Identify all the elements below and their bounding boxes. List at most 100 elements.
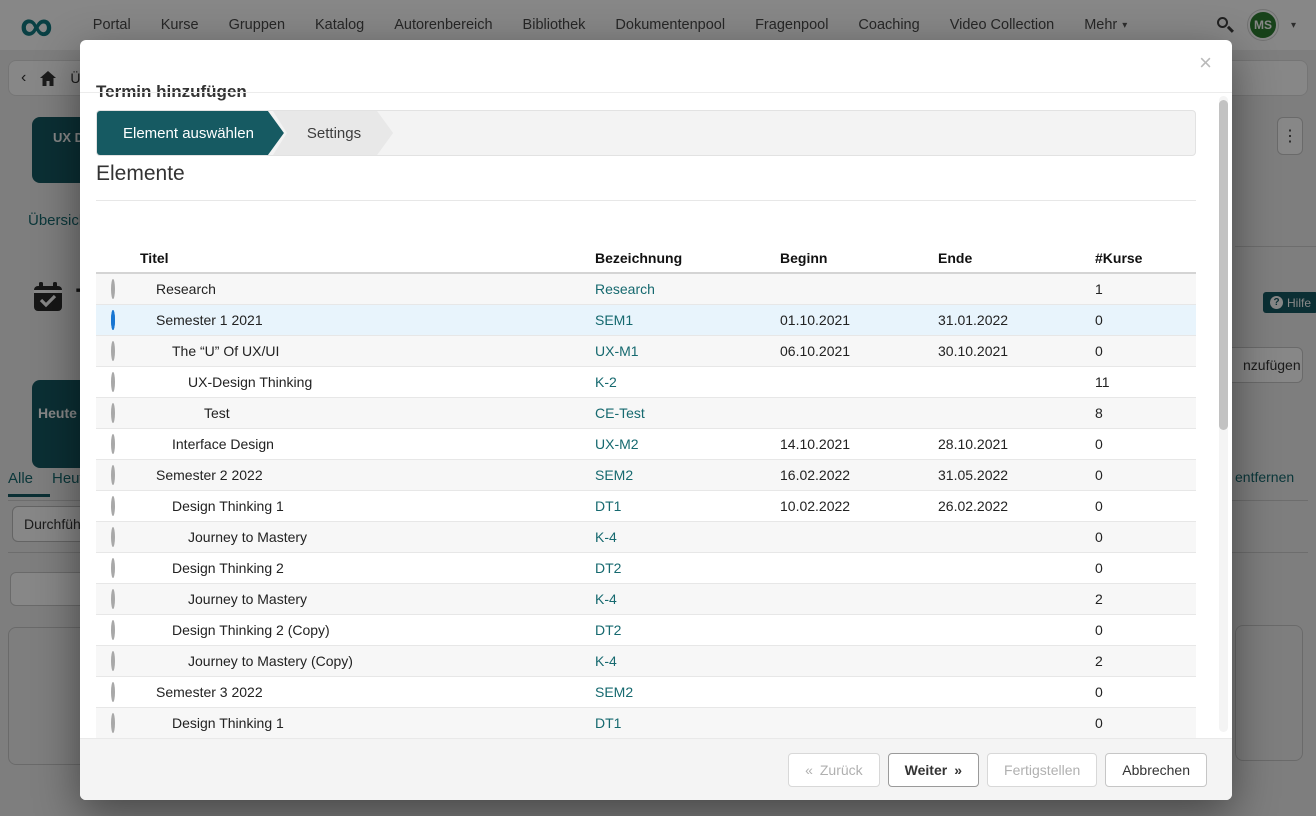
row-courses: 0	[1095, 312, 1196, 328]
radio-button[interactable]	[111, 465, 115, 485]
row-courses: 2	[1095, 653, 1196, 669]
row-code[interactable]: K-4	[595, 591, 780, 607]
row-title: Design Thinking 1	[140, 715, 595, 731]
table-row[interactable]: Semester 2 2022 SEM2 16.02.2022 31.05.20…	[96, 460, 1196, 491]
row-courses: 0	[1095, 436, 1196, 452]
table-row[interactable]: Journey to Mastery K-4 2	[96, 584, 1196, 615]
header-divider	[80, 92, 1232, 93]
back-button[interactable]: « Zurück	[788, 753, 880, 787]
row-title: UX-Design Thinking	[140, 374, 595, 390]
radio-button[interactable]	[111, 403, 115, 423]
section-divider	[96, 200, 1196, 201]
row-code[interactable]: DT1	[595, 715, 780, 731]
row-code[interactable]: SEM2	[595, 467, 780, 483]
row-code[interactable]: UX-M1	[595, 343, 780, 359]
row-begin: 06.10.2021	[780, 343, 938, 359]
row-code[interactable]: DT2	[595, 622, 780, 638]
radio-button[interactable]	[111, 434, 115, 454]
row-code[interactable]: K-2	[595, 374, 780, 390]
row-code[interactable]: K-4	[595, 653, 780, 669]
row-end: 26.02.2022	[938, 498, 1095, 514]
row-title: Interface Design	[140, 436, 595, 452]
table-row[interactable]: Test CE-Test 8	[96, 398, 1196, 429]
column-end: Ende	[938, 250, 1095, 266]
radio-button[interactable]	[111, 558, 115, 578]
table-row[interactable]: The “U” Of UX/UI UX-M1 06.10.2021 30.10.…	[96, 336, 1196, 367]
radio-button[interactable]	[111, 589, 115, 609]
row-title: Design Thinking 1	[140, 498, 595, 514]
scrollbar-thumb[interactable]	[1219, 100, 1228, 430]
finish-button[interactable]: Fertigstellen	[987, 753, 1097, 787]
radio-button[interactable]	[111, 651, 115, 671]
double-chevron-right-icon: »	[954, 762, 962, 778]
step-select-element[interactable]: Element auswählen	[97, 111, 284, 155]
dialog-footer: « Zurück Weiter » Fertigstellen Abbreche…	[80, 738, 1232, 800]
table-row[interactable]: Research Research 1	[96, 274, 1196, 305]
row-title: Journey to Mastery	[140, 591, 595, 607]
row-end: 31.01.2022	[938, 312, 1095, 328]
row-courses: 0	[1095, 343, 1196, 359]
column-code: Bezeichnung	[595, 250, 780, 266]
row-title: Journey to Mastery (Copy)	[140, 653, 595, 669]
table-row[interactable]: Journey to Mastery (Copy) K-4 2	[96, 646, 1196, 677]
row-title: Semester 3 2022	[140, 684, 595, 700]
row-title: Semester 2 2022	[140, 467, 595, 483]
row-begin: 10.02.2022	[780, 498, 938, 514]
radio-button[interactable]	[111, 341, 115, 361]
row-title: Journey to Mastery	[140, 529, 595, 545]
step-settings[interactable]: Settings	[273, 111, 393, 155]
section-title: Elemente	[96, 162, 185, 186]
radio-button[interactable]	[111, 310, 115, 330]
back-label: Zurück	[820, 762, 863, 778]
close-icon[interactable]: ×	[1199, 50, 1212, 76]
add-appointment-dialog: Termin hinzufügen × Element auswählen Se…	[80, 40, 1232, 800]
row-code[interactable]: K-4	[595, 529, 780, 545]
row-courses: 0	[1095, 622, 1196, 638]
cancel-button[interactable]: Abbrechen	[1105, 753, 1207, 787]
row-courses: 8	[1095, 405, 1196, 421]
row-code[interactable]: SEM2	[595, 684, 780, 700]
column-title: Titel	[140, 250, 595, 266]
row-end: 31.05.2022	[938, 467, 1095, 483]
row-end: 30.10.2021	[938, 343, 1095, 359]
row-title: Semester 1 2021	[140, 312, 595, 328]
radio-button[interactable]	[111, 527, 115, 547]
table-row[interactable]: Journey to Mastery K-4 0	[96, 522, 1196, 553]
table-row[interactable]: Semester 1 2021 SEM1 01.10.2021 31.01.20…	[96, 305, 1196, 336]
row-code[interactable]: DT2	[595, 560, 780, 576]
row-courses: 0	[1095, 529, 1196, 545]
table-row[interactable]: Interface Design UX-M2 14.10.2021 28.10.…	[96, 429, 1196, 460]
radio-button[interactable]	[111, 279, 115, 299]
row-courses: 0	[1095, 560, 1196, 576]
row-title: Design Thinking 2 (Copy)	[140, 622, 595, 638]
radio-button[interactable]	[111, 496, 115, 516]
row-end: 28.10.2021	[938, 436, 1095, 452]
elements-table: Titel Bezeichnung Beginn Ende #Kurse Res…	[96, 243, 1196, 739]
table-row[interactable]: UX-Design Thinking K-2 11	[96, 367, 1196, 398]
row-code[interactable]: SEM1	[595, 312, 780, 328]
next-label: Weiter	[905, 762, 948, 778]
table-row[interactable]: Design Thinking 1 DT1 10.02.2022 26.02.2…	[96, 491, 1196, 522]
row-code[interactable]: CE-Test	[595, 405, 780, 421]
row-title: Test	[140, 405, 595, 421]
row-code[interactable]: Research	[595, 281, 780, 297]
double-chevron-left-icon: «	[805, 762, 813, 778]
radio-button[interactable]	[111, 620, 115, 640]
table-row[interactable]: Semester 3 2022 SEM2 0	[96, 677, 1196, 708]
table-row[interactable]: Design Thinking 2 (Copy) DT2 0	[96, 615, 1196, 646]
next-button[interactable]: Weiter »	[888, 753, 979, 787]
radio-button[interactable]	[111, 713, 115, 733]
row-begin: 01.10.2021	[780, 312, 938, 328]
table-row[interactable]: Design Thinking 1 DT1 0	[96, 708, 1196, 739]
table-row[interactable]: Design Thinking 2 DT2 0	[96, 553, 1196, 584]
row-begin: 16.02.2022	[780, 467, 938, 483]
row-courses: 0	[1095, 498, 1196, 514]
radio-button[interactable]	[111, 372, 115, 392]
row-code[interactable]: DT1	[595, 498, 780, 514]
radio-button[interactable]	[111, 682, 115, 702]
row-courses: 0	[1095, 715, 1196, 731]
column-begin: Beginn	[780, 250, 938, 266]
row-courses: 0	[1095, 684, 1196, 700]
row-title: Design Thinking 2	[140, 560, 595, 576]
row-code[interactable]: UX-M2	[595, 436, 780, 452]
